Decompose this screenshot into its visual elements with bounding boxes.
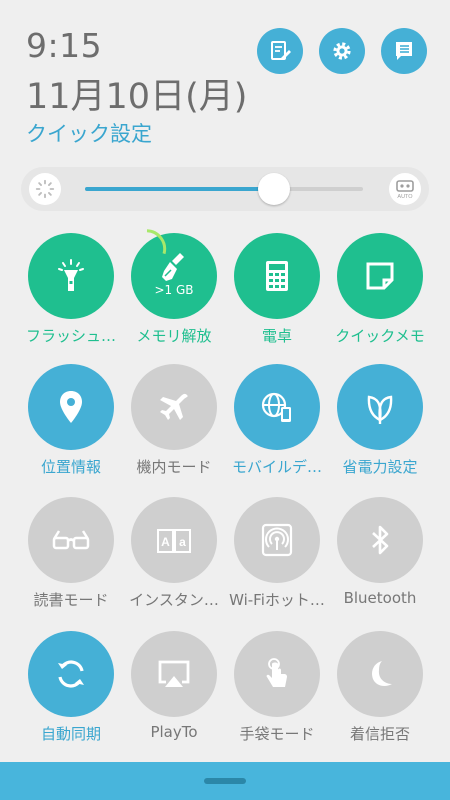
clock-date: 11月10日(月) [26, 77, 248, 117]
tile-label: PlayTo [150, 723, 198, 741]
tile-mobile-data-button[interactable] [234, 364, 320, 450]
svg-text:a: a [179, 535, 186, 549]
tile-call-block-button[interactable] [337, 631, 423, 717]
tile-glove-mode-button[interactable] [234, 631, 320, 717]
bottom-bar [0, 762, 450, 800]
moon-icon [372, 661, 392, 687]
tile-reading-mode[interactable]: 読書モード [21, 497, 121, 610]
tile-label: 手袋モード [239, 725, 315, 743]
auto-brightness-icon: AUTO [396, 180, 414, 200]
settings-button[interactable] [319, 28, 365, 74]
location-icon [60, 391, 82, 423]
tile-playto-button[interactable] [131, 631, 217, 717]
tile-location[interactable]: 位置情報 [21, 364, 121, 477]
calculator-icon [266, 261, 288, 291]
glasses-icon [52, 530, 90, 550]
tile-label: インスタン… [129, 591, 219, 609]
edit-button[interactable] [257, 28, 303, 74]
svg-text:A: A [161, 535, 170, 549]
drag-handle[interactable] [204, 778, 246, 784]
tile-label: 自動同期 [40, 725, 101, 743]
note-icon [366, 262, 394, 290]
tile-label: フラッシュ… [25, 327, 116, 345]
bluetooth-icon [372, 525, 389, 555]
tile-label: 省電力設定 [342, 458, 418, 476]
tile-bluetooth-button[interactable] [337, 497, 423, 583]
leaf-icon [367, 395, 393, 424]
tile-bluetooth[interactable]: Bluetooth [330, 497, 430, 607]
header: 9:15 11月10日(月) クイック設定 [0, 0, 450, 150]
brightness-slider-thumb[interactable] [258, 173, 290, 205]
tile-label: Wi-Fiホット… [229, 591, 325, 609]
tile-calculator-button[interactable] [234, 233, 320, 319]
brightness-slider-fill [85, 187, 274, 191]
brightness-panel: AUTO [21, 167, 429, 211]
tile-label: 機内モード [136, 458, 212, 476]
sync-icon [58, 660, 84, 688]
mobile-data-icon [261, 392, 291, 422]
tile-calculator[interactable]: 電卓 [227, 233, 327, 346]
hotspot-icon [261, 523, 293, 557]
tile-mobile-data[interactable]: モバイルデ… [227, 364, 327, 477]
tile-auto-sync[interactable]: 自動同期 [21, 631, 121, 744]
cast-icon [158, 660, 190, 687]
tile-airplane-button[interactable] [131, 364, 217, 450]
dictionary-icon: A a [157, 529, 191, 553]
tile-reading-mode-button[interactable] [28, 497, 114, 583]
tile-quick-memo-button[interactable] [337, 233, 423, 319]
tile-instant-dictionary-button[interactable]: A a [131, 497, 217, 583]
edit-note-icon [271, 41, 291, 60]
clock-time: 9:15 [26, 26, 103, 65]
tile-label: 読書モード [33, 591, 109, 609]
quick-settings-title: クイック設定 [26, 122, 152, 146]
airplane-icon [160, 393, 188, 420]
tile-instant-dictionary[interactable]: A a インスタン… [124, 497, 224, 610]
auto-label: AUTO [397, 194, 413, 200]
tile-wifi-hotspot[interactable]: Wi-Fiホット… [227, 497, 327, 610]
memory-usage-ring [146, 229, 167, 255]
tile-wifi-hotspot-button[interactable] [234, 497, 320, 583]
tile-label: モバイルデ… [231, 458, 322, 476]
brightness-slider[interactable] [85, 173, 363, 205]
tile-label: 着信拒否 [349, 725, 410, 743]
tile-location-button[interactable] [28, 364, 114, 450]
touch-icon [266, 658, 287, 687]
tile-memory-release[interactable]: >1 GB メモリ解放 [124, 229, 224, 346]
tile-power-saving[interactable]: 省電力設定 [330, 364, 430, 477]
flashlight-icon [58, 259, 84, 291]
tile-label: メモリ解放 [136, 327, 212, 345]
tile-label: Bluetooth [343, 589, 417, 607]
tile-glove-mode[interactable]: 手袋モード [227, 631, 327, 744]
gear-icon [333, 42, 351, 60]
memory-amount: >1 GB [154, 283, 194, 297]
notifications-button[interactable] [381, 28, 427, 74]
tile-label: クイックメモ [335, 327, 425, 345]
tile-call-block[interactable]: 着信拒否 [330, 631, 430, 744]
tile-memory-button[interactable]: >1 GB [131, 229, 217, 319]
brightness-icon [29, 173, 61, 205]
tile-label: 電卓 [261, 327, 292, 345]
tile-playto[interactable]: PlayTo [124, 631, 224, 741]
tile-power-saving-button[interactable] [337, 364, 423, 450]
tile-airplane-mode[interactable]: 機内モード [124, 364, 224, 477]
auto-brightness-button[interactable]: AUTO [389, 173, 421, 205]
tile-auto-sync-button[interactable] [28, 631, 114, 717]
tile-quick-memo[interactable]: クイックメモ [330, 233, 430, 346]
tile-label: 位置情報 [40, 458, 101, 476]
tile-flashlight[interactable]: フラッシュ… [21, 233, 121, 346]
notification-list-icon [396, 42, 412, 60]
tile-flashlight-button[interactable] [28, 233, 114, 319]
